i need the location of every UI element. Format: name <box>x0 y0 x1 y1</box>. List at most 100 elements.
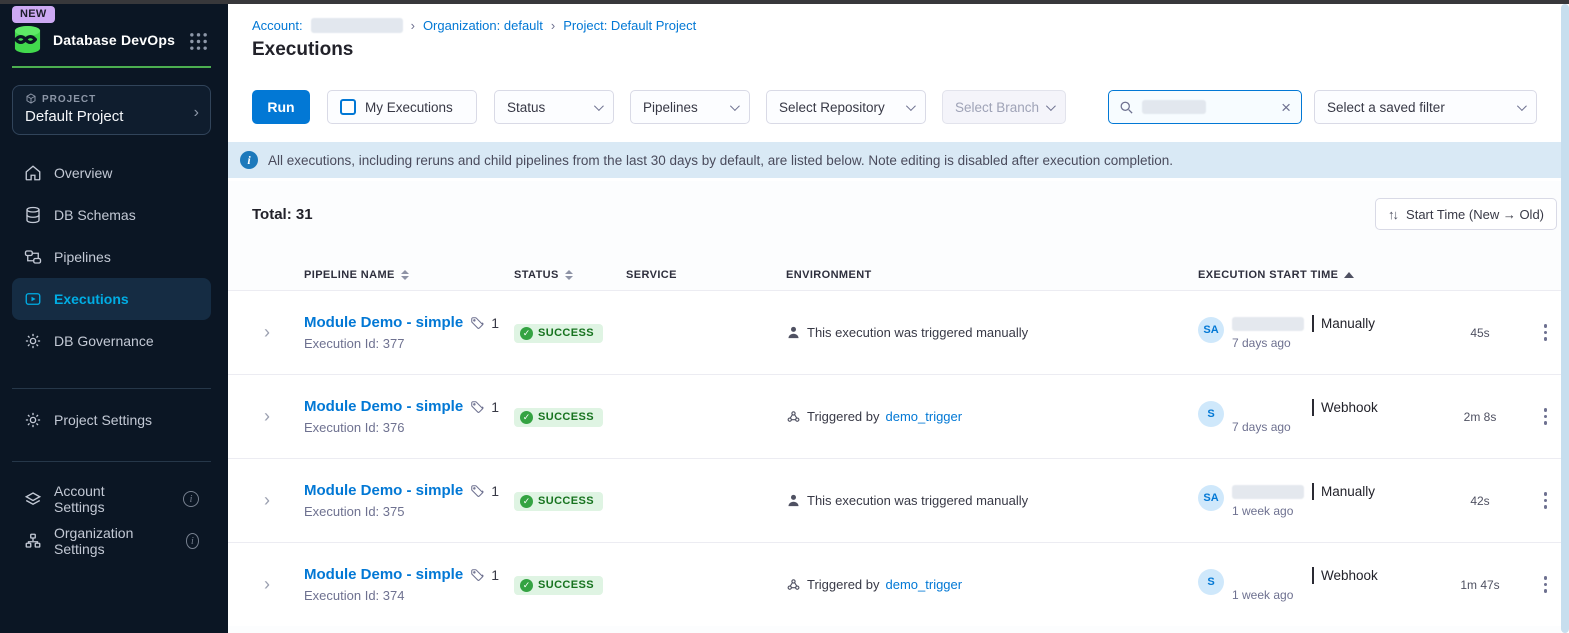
table-header-row: PIPELINE NAME STATUS SERVICE ENVIRONMENT… <box>228 260 1561 290</box>
person-icon <box>786 493 801 508</box>
select-branch-dropdown-disabled: Select Branch <box>942 90 1066 124</box>
pipeline-name-link[interactable]: Module Demo - simple <box>304 482 463 499</box>
expand-row-icon[interactable]: › <box>252 574 296 595</box>
toolbar: Run My Executions Status Pipelines Selec… <box>252 90 1569 124</box>
sort-button[interactable]: ↑↓ Start Time (New → Old) <box>1375 198 1557 230</box>
brand-divider <box>12 66 211 68</box>
pipeline-name-link[interactable]: Module Demo - simple <box>304 314 463 331</box>
tag-count: 1 <box>491 483 499 499</box>
saved-filter-dropdown[interactable]: Select a saved filter <box>1314 90 1537 124</box>
trigger-link[interactable]: demo_trigger <box>886 577 963 592</box>
select-repository-label: Select Repository <box>779 100 885 115</box>
tag-count: 1 <box>491 399 499 415</box>
pipelines-filter-dropdown[interactable]: Pipelines <box>630 90 750 124</box>
status-cell: ✓ SUCCESS <box>506 323 618 343</box>
duration: 2m 8s <box>1445 410 1515 424</box>
my-executions-toggle[interactable]: My Executions <box>327 90 477 124</box>
column-header-pipeline-name[interactable]: PIPELINE NAME <box>296 269 506 281</box>
my-executions-checkbox[interactable] <box>340 99 356 115</box>
status-filter-label: Status <box>507 100 545 115</box>
duration: 1m 47s <box>1445 578 1515 592</box>
run-button[interactable]: Run <box>252 90 310 124</box>
execution-id: Execution Id: 377 <box>304 336 506 351</box>
column-header-label: STATUS <box>514 269 559 281</box>
breadcrumb-project-link[interactable]: Project: Default Project <box>563 18 696 33</box>
clear-search-icon[interactable]: × <box>1281 99 1291 116</box>
trigger-via-label: Webhook <box>1321 568 1378 583</box>
sort-updown-icon: ↑↓ <box>1388 207 1397 222</box>
avatar: SA <box>1198 317 1224 343</box>
info-icon[interactable]: i <box>183 491 199 507</box>
check-icon: ✓ <box>520 495 533 508</box>
window-top-strip <box>0 0 1569 4</box>
trigger-prefix: Triggered by <box>807 577 880 592</box>
expand-row-icon[interactable]: › <box>252 490 296 511</box>
project-label: PROJECT <box>42 94 96 105</box>
executions-play-icon <box>24 290 42 308</box>
column-header-execution-start-time[interactable]: EXECUTION START TIME <box>1190 269 1445 281</box>
column-header-status[interactable]: STATUS <box>506 269 618 281</box>
status-cell: ✓ SUCCESS <box>506 491 618 511</box>
column-header-label: EXECUTION START TIME <box>1198 269 1338 281</box>
status-cell: ✓ SUCCESS <box>506 575 618 595</box>
sidebar-item-account-settings[interactable]: Account Settings i <box>12 478 211 520</box>
trigger-prefix: Triggered by <box>807 409 880 424</box>
row-menu-icon[interactable] <box>1540 488 1552 513</box>
execution-id: Execution Id: 375 <box>304 504 506 519</box>
main-content: Account: › Organization: default › Proje… <box>228 0 1569 633</box>
sidebar-item-organization-settings-wrap: Organization Settings i <box>12 520 211 562</box>
status-label: SUCCESS <box>538 579 594 591</box>
sidebar-item-project-settings-wrap: Project Settings <box>12 399 211 441</box>
sidebar-nav: Overview DB Schemas Pipelines Executions… <box>12 152 211 362</box>
pipeline-cell: Module Demo - simple 1 Execution Id: 376 <box>296 398 506 435</box>
trigger-cell: This execution was triggered manually <box>778 493 1190 508</box>
database-icon <box>24 206 42 224</box>
trigger-link[interactable]: demo_trigger <box>886 409 963 424</box>
search-input[interactable]: × <box>1108 90 1302 124</box>
trigger-via-label: Webhook <box>1321 400 1378 415</box>
sidebar-item-label: Account Settings <box>54 483 159 515</box>
app-switcher-grid-icon[interactable] <box>189 32 208 51</box>
sidebar-item-executions[interactable]: Executions <box>12 278 211 320</box>
person-icon <box>786 325 801 340</box>
sort-button-label: Start Time (New → Old) <box>1406 207 1544 222</box>
project-selector[interactable]: PROJECT Default Project › <box>12 85 211 135</box>
sidebar-item-db-schemas[interactable]: DB Schemas <box>12 194 211 236</box>
check-icon: ✓ <box>520 579 533 592</box>
expand-row-icon[interactable]: › <box>252 406 296 427</box>
breadcrumb-organization-link[interactable]: Organization: default <box>423 18 543 33</box>
gear-icon <box>24 332 42 350</box>
status-filter-dropdown[interactable]: Status <box>494 90 614 124</box>
pipeline-name-link[interactable]: Module Demo - simple <box>304 566 463 583</box>
sidebar-item-db-governance[interactable]: DB Governance <box>12 320 211 362</box>
info-icon[interactable]: i <box>186 533 199 549</box>
tag-count: 1 <box>491 567 499 583</box>
chevron-separator-icon: › <box>551 18 555 33</box>
status-badge: ✓ SUCCESS <box>514 492 603 511</box>
trigger-via-label: Manually <box>1321 484 1375 499</box>
row-menu-icon[interactable] <box>1540 572 1552 597</box>
pipeline-cell: Module Demo - simple 1 Execution Id: 374 <box>296 566 506 603</box>
pipeline-name-link[interactable]: Module Demo - simple <box>304 398 463 415</box>
breadcrumb-account-link[interactable]: Account: <box>252 18 303 33</box>
expand-row-icon[interactable]: › <box>252 322 296 343</box>
status-badge: ✓ SUCCESS <box>514 576 603 595</box>
sidebar-item-label: Executions <box>54 291 129 307</box>
tag-icon <box>470 568 484 582</box>
select-repository-dropdown[interactable]: Select Repository <box>766 90 926 124</box>
row-menu-icon[interactable] <box>1540 404 1552 429</box>
sidebar-item-project-settings[interactable]: Project Settings <box>12 399 211 441</box>
sidebar-item-label: DB Governance <box>54 333 154 349</box>
app-title: Database DevOps <box>53 32 175 48</box>
column-header-label: SERVICE <box>626 269 677 281</box>
vertical-scrollbar[interactable] <box>1561 4 1569 633</box>
sidebar-item-pipelines[interactable]: Pipelines <box>12 236 211 278</box>
row-menu-icon[interactable] <box>1540 320 1552 345</box>
sidebar-item-organization-settings[interactable]: Organization Settings i <box>12 520 211 562</box>
sidebar-divider <box>12 461 211 462</box>
pipeline-cell: Module Demo - simple 1 Execution Id: 375 <box>296 482 506 519</box>
avatar: S <box>1198 401 1224 427</box>
chevron-separator-icon: › <box>411 18 415 33</box>
sidebar-item-overview[interactable]: Overview <box>12 152 211 194</box>
sort-arrows-icon <box>401 270 409 280</box>
